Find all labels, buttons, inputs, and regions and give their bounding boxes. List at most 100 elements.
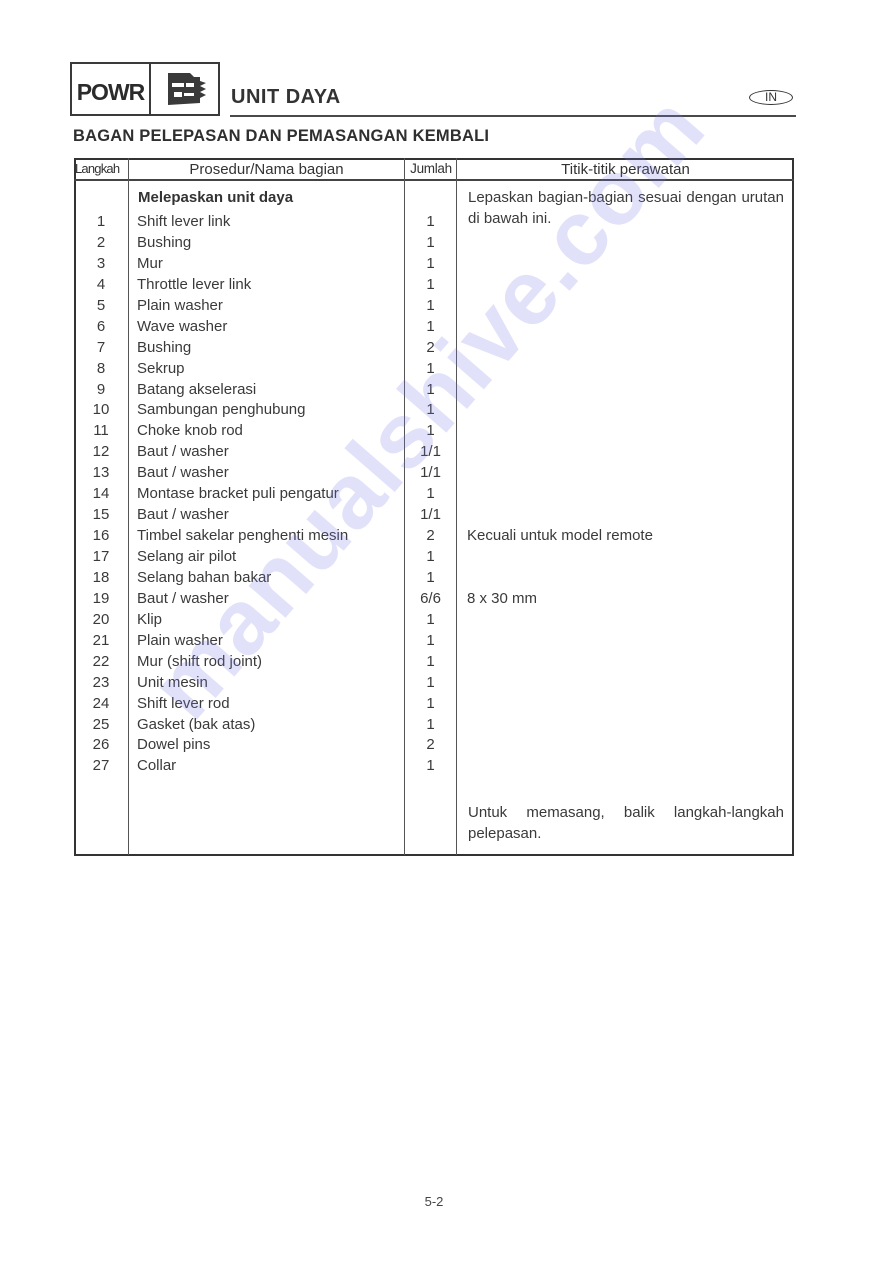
- section-subtitle: BAGAN PELEPASAN DAN PEMASANGAN KEMBALI: [73, 127, 490, 145]
- column-header-procedure: Prosedur/Nama bagian: [189, 161, 344, 178]
- table-header-divider: [74, 179, 794, 181]
- column-header-quantity: Jumlah: [410, 161, 452, 176]
- quantity: 1: [426, 757, 435, 775]
- quantity: 1: [426, 254, 435, 272]
- quantity: 1: [426, 610, 435, 628]
- part-name: Plain washer: [137, 296, 223, 314]
- step-number: 10: [92, 401, 110, 419]
- closing-note: Untuk memasang, balik langkah-langkah pe…: [468, 804, 784, 842]
- step-number: 12: [92, 443, 110, 461]
- step-number: 26: [92, 736, 110, 754]
- table-row: 26 Dowel pins 2: [74, 736, 794, 757]
- part-name: Selang air pilot: [137, 548, 237, 565]
- page-title: UNIT DAYA: [231, 86, 341, 108]
- quantity: 1: [426, 401, 435, 419]
- quantity: 1: [426, 631, 435, 649]
- part-name: Choke knob rod: [137, 422, 243, 440]
- part-name: Timbel sakelar penghenti mesin: [137, 527, 349, 545]
- step-number: 7: [96, 338, 106, 356]
- table-row: 17 Selang air pilot 1: [74, 548, 794, 569]
- page-number: 5-2: [424, 1194, 444, 1209]
- quantity: 2: [426, 338, 435, 356]
- step-number: 19: [92, 589, 110, 607]
- quantity: 1: [426, 548, 435, 565]
- table-row: 22 Mur (shift rod joint) 1: [74, 653, 794, 674]
- table-row: 16 Timbel sakelar penghenti mesin 2 Kecuali…: [74, 527, 794, 548]
- quantity: 2: [426, 527, 435, 545]
- quantity: 1: [426, 296, 435, 314]
- table-row: 19 Baut / washer 6/6 8 x 30 mm: [74, 590, 794, 611]
- part-name: Sambungan penghubung: [137, 401, 306, 419]
- table-row: 13 Baut / washer 1/1: [74, 464, 794, 485]
- section-logo: POWR: [70, 62, 220, 116]
- step-number: 6: [96, 317, 106, 335]
- power-unit-icon: [151, 64, 218, 114]
- part-name: Baut / washer: [137, 443, 229, 461]
- table-row: 5 Plain washer 1: [74, 297, 794, 318]
- step-number: 8: [96, 359, 106, 377]
- quantity: 1: [426, 694, 435, 712]
- step-number: 21: [92, 631, 110, 649]
- part-name: Batang akselerasi: [137, 380, 257, 398]
- step-number: 11: [93, 422, 109, 440]
- table-row: 9 Batang akselerasi 1: [74, 381, 794, 402]
- step-number: 15: [92, 506, 110, 524]
- part-name: Throttle lever link: [137, 275, 252, 293]
- step-number: 4: [96, 275, 106, 293]
- table-body: 1 Shift lever link 1 2 Bushing 1 3 Mur 1 4 Throttl…: [74, 213, 794, 778]
- part-name: Sekrup: [137, 359, 185, 377]
- step-number: 22: [92, 652, 110, 670]
- language-badge: IN: [749, 90, 793, 105]
- part-name: Shift lever link: [137, 213, 231, 230]
- part-name: Montase bracket puli pengatur: [137, 485, 339, 503]
- step-number: 27: [92, 757, 110, 775]
- table-row: 7 Bushing 2: [74, 339, 794, 360]
- step-number: 5: [96, 296, 106, 314]
- table-row: 25 Gasket (bak atas) 1: [74, 716, 794, 737]
- part-name: Wave washer: [137, 317, 228, 335]
- quantity: 1: [426, 422, 435, 440]
- step-number: 13: [92, 464, 110, 482]
- table-row: 27 Collar 1: [74, 757, 794, 778]
- column-header-notes: Titik-titik perawatan: [561, 161, 690, 178]
- step-number: 17: [92, 548, 110, 565]
- table-row: 24 Shift lever rod 1: [74, 695, 794, 716]
- quantity: 1: [426, 213, 435, 230]
- table-row: 20 Klip 1: [74, 611, 794, 632]
- part-name: Mur: [137, 254, 163, 272]
- title-divider: [230, 115, 796, 117]
- procedure-heading: Melepaskan unit daya: [138, 189, 294, 206]
- quantity: 1: [426, 715, 435, 733]
- part-name: Collar: [137, 757, 177, 775]
- maintenance-note: Kecuali untuk model remote: [467, 527, 653, 545]
- table-row: 23 Unit mesin 1: [74, 674, 794, 695]
- part-name: Mur (shift rod joint): [137, 652, 263, 670]
- part-name: Klip: [137, 610, 163, 628]
- part-name: Plain washer: [137, 631, 223, 649]
- part-name: Selang bahan bakar: [137, 568, 272, 586]
- table-row: 6 Wave washer 1: [74, 318, 794, 339]
- table-row: 14 Montase bracket puli pengatur 1: [74, 485, 794, 506]
- part-name: Bushing: [137, 233, 192, 251]
- table-row: 4 Throttle lever link 1: [74, 276, 794, 297]
- quantity: 1/1: [420, 506, 441, 524]
- quantity: 1: [426, 380, 435, 398]
- table-row: 11 Choke knob rod 1: [74, 422, 794, 443]
- column-header-step: Langkah: [75, 161, 120, 176]
- step-number: 18: [92, 568, 110, 586]
- step-number: 20: [92, 610, 110, 628]
- table-row: 2 Bushing 1: [74, 234, 794, 255]
- table-row: 18 Selang bahan bakar 1: [74, 569, 794, 590]
- part-name: Dowel pins: [137, 736, 211, 754]
- quantity: 1/1: [420, 443, 441, 461]
- quantity: 1: [426, 485, 435, 503]
- table-row: 15 Baut / washer 1/1: [74, 506, 794, 527]
- step-number: 3: [96, 254, 106, 272]
- quantity: 1: [426, 359, 435, 377]
- step-number: 16: [92, 527, 110, 545]
- step-number: 2: [96, 233, 106, 251]
- quantity: 1: [426, 275, 435, 293]
- quantity: 6/6: [420, 589, 441, 607]
- step-number: 25: [92, 715, 110, 733]
- table-row: 12 Baut / washer 1/1: [74, 443, 794, 464]
